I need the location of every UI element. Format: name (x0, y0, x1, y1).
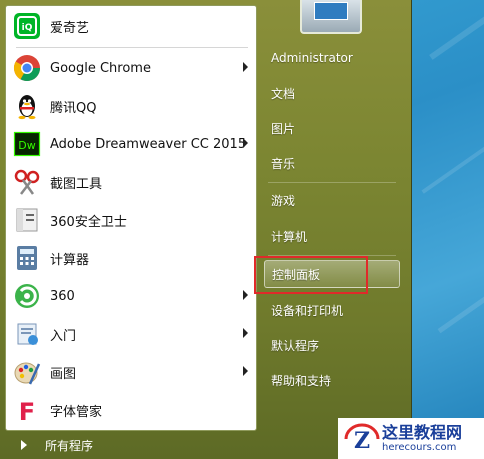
calculator-icon (12, 243, 42, 273)
start-menu: iQ 爱奇艺 Google Chrome 腾讯QQ Dw Adobe Dream… (0, 0, 412, 459)
right-item-label: 音乐 (271, 156, 296, 171)
program-360-safe[interactable]: 360安全卫士 (8, 202, 254, 238)
program-dreamweaver[interactable]: Dw Adobe Dreamweaver CC 2015 (8, 126, 254, 162)
right-item-help-support[interactable]: 帮助和支持 (264, 366, 400, 394)
program-qq[interactable]: 腾讯QQ (8, 88, 254, 124)
site-logo: Z 这里教程网 herecours.com (338, 418, 484, 459)
iqiyi-icon: iQ (12, 11, 42, 41)
right-item-default-programs[interactable]: 默认程序 (264, 331, 400, 359)
submenu-arrow-icon[interactable] (243, 62, 248, 72)
program-label: 画图 (50, 366, 77, 382)
right-item-label: 计算机 (271, 229, 308, 244)
program-label: Google Chrome (50, 60, 151, 76)
right-item-label: 设备和打印机 (271, 303, 344, 318)
right-item-label: 帮助和支持 (271, 373, 332, 388)
submenu-arrow-icon[interactable] (243, 366, 248, 376)
logo-mark-icon: Z (342, 421, 382, 457)
svg-text:Dw: Dw (18, 139, 35, 152)
right-item-computer[interactable]: 计算机 (264, 222, 400, 250)
right-item-label: 文档 (271, 86, 296, 101)
svg-text:Z: Z (354, 428, 370, 454)
right-item-pictures[interactable]: 图片 (264, 114, 400, 142)
divider (268, 182, 396, 183)
submenu-arrow-icon[interactable] (243, 328, 248, 338)
svg-text:F: F (19, 398, 35, 424)
program-paint[interactable]: 画图 (8, 354, 254, 390)
paint-palette-icon (12, 357, 42, 387)
right-item-label: 游戏 (271, 193, 296, 208)
svg-text:iQ: iQ (22, 23, 33, 33)
program-label: 计算器 (50, 252, 90, 268)
right-item-music[interactable]: 音乐 (264, 149, 400, 177)
play-arrow-icon (21, 440, 27, 450)
watermark: .NET (174, 210, 213, 228)
programs-panel: iQ 爱奇艺 Google Chrome 腾讯QQ Dw Adobe Dream… (5, 5, 257, 431)
chrome-icon (12, 53, 42, 83)
logo-name: 这里教程网 (382, 422, 463, 442)
program-calculator[interactable]: 计算器 (8, 240, 254, 276)
wallpaper-streak (437, 271, 484, 334)
right-item-label: 默认程序 (271, 338, 320, 353)
program-label: 爱奇艺 (50, 20, 90, 36)
monitor-icon (314, 2, 348, 20)
program-360[interactable]: 360 (8, 278, 254, 314)
qq-penguin-icon (12, 91, 42, 121)
right-item-games[interactable]: 游戏 (264, 186, 400, 214)
scissors-icon (12, 167, 42, 197)
program-label: 腾讯QQ (50, 100, 97, 116)
program-label: 字体管家 (50, 404, 103, 420)
all-programs-label: 所有程序 (45, 438, 94, 453)
program-label: 360 (50, 288, 75, 304)
dreamweaver-icon: Dw (12, 129, 42, 159)
right-item-devices-printers[interactable]: 设备和打印机 (264, 296, 400, 324)
user-avatar[interactable] (300, 0, 362, 34)
right-item-label: Administrator (271, 51, 353, 65)
wallpaper-streak (421, 110, 484, 194)
program-iqiyi[interactable]: iQ 爱奇艺 (8, 8, 254, 44)
program-font-manager[interactable]: F 字体管家 (8, 392, 254, 428)
submenu-arrow-icon[interactable] (243, 290, 248, 300)
program-chrome[interactable]: Google Chrome (8, 50, 254, 86)
all-programs-button[interactable]: 所有程序 (5, 433, 257, 457)
360-safe-icon (12, 205, 42, 235)
program-label: Adobe Dreamweaver CC 2015 (50, 136, 247, 152)
right-item-administrator[interactable]: Administrator (264, 44, 400, 72)
submenu-arrow-icon[interactable] (243, 138, 248, 148)
right-item-label: 图片 (271, 121, 296, 136)
logo-url: herecours.com (382, 441, 457, 453)
program-label: 截图工具 (50, 176, 103, 192)
wallpaper-streak (429, 0, 484, 60)
getting-started-icon (12, 319, 42, 349)
360-icon (12, 281, 42, 311)
program-snipping-tool[interactable]: 截图工具 (8, 164, 254, 200)
right-item-documents[interactable]: 文档 (264, 79, 400, 107)
program-getting-started[interactable]: 入门 (8, 316, 254, 352)
program-label: 360安全卫士 (50, 214, 127, 230)
highlight-box (254, 256, 368, 294)
divider (16, 47, 248, 48)
font-manager-icon: F (12, 395, 42, 425)
program-label: 入门 (50, 328, 77, 344)
